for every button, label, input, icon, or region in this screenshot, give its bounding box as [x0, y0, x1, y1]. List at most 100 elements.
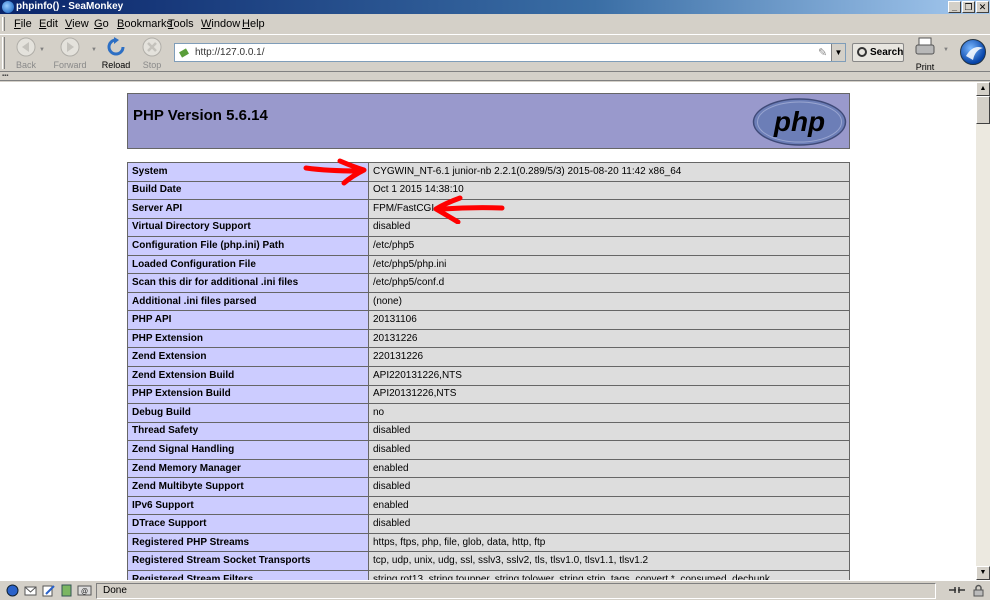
window-title-bar[interactable]: phpinfo() - SeaMonkey _ ❐ ✕ [0, 0, 990, 14]
mail-icon[interactable] [24, 584, 37, 597]
row-value: CYGWIN_NT-6.1 junior-nb 2.2.1(0.289/5/3)… [368, 162, 850, 182]
scroll-up-button[interactable]: ▲ [976, 82, 990, 96]
toolbar-grip[interactable] [2, 17, 5, 31]
back-button[interactable]: Back [6, 37, 46, 71]
status-text: Done [96, 583, 936, 599]
menu-bar: File Edit View Go Bookmarks Tools Window… [0, 15, 990, 33]
row-value: /etc/php5/php.ini [368, 254, 850, 275]
table-row: IPv6 Support enabled [127, 495, 850, 516]
table-row: Zend Signal Handling disabled [127, 440, 850, 460]
row-value: no [368, 403, 850, 423]
menu-edit[interactable]: Edit [39, 17, 58, 31]
menu-window[interactable]: Window [201, 17, 240, 31]
row-key: Zend Extension [127, 347, 369, 368]
row-value: Oct 1 2015 14:38:10 [368, 180, 850, 201]
table-row: Registered PHP Streams https, ftps, php, … [127, 532, 850, 553]
search-icon [857, 47, 867, 57]
seamonkey-logo-icon [966, 47, 983, 60]
table-row: Debug Build no [127, 403, 850, 423]
row-key: PHP API [127, 310, 369, 330]
table-row: Registered Stream Filters string.rot13, s… [127, 570, 850, 580]
back-dropdown-icon[interactable]: ▼ [39, 47, 45, 53]
row-key: System [127, 162, 369, 182]
row-key: Registered Stream Socket Transports [127, 551, 369, 572]
seamonkey-throbber-icon[interactable] [960, 39, 986, 65]
row-value: 20131226 [368, 328, 850, 349]
minimize-button[interactable]: _ [948, 1, 961, 13]
irc-chat-icon[interactable]: @ [77, 584, 92, 597]
row-value: disabled [368, 217, 850, 238]
table-row: Virtual Directory Support disabled [127, 217, 850, 238]
maximize-button[interactable]: ❐ [962, 1, 975, 13]
forward-arrow-icon [60, 37, 80, 57]
row-value: /etc/php5 [368, 236, 850, 256]
row-value: string.rot13, string.toupper, string.tol… [368, 570, 850, 580]
search-button[interactable]: Search [852, 43, 904, 62]
row-value: FPM/FastCGI [368, 199, 850, 219]
row-key: Scan this dir for additional .ini files [127, 273, 369, 293]
table-row: Zend Multibyte Support disabled [127, 477, 850, 497]
menu-help[interactable]: Help [242, 17, 265, 31]
menu-bookmarks[interactable]: Bookmarks [117, 17, 172, 31]
row-value: API220131226,NTS [368, 366, 850, 386]
print-button[interactable]: Print [910, 37, 940, 72]
sidebar-grip-icon[interactable]: ▪▪▪ [2, 73, 8, 79]
table-row: Additional .ini files parsed (none) [127, 291, 850, 312]
vertical-scrollbar[interactable]: ▲ ▼ [976, 82, 990, 580]
print-dropdown-icon[interactable]: ▼ [943, 47, 949, 53]
seamonkey-app-icon[interactable] [2, 1, 14, 13]
composer-icon[interactable] [42, 584, 55, 597]
bookmark-icon[interactable]: ✎ [818, 46, 829, 59]
php-logo: php [752, 98, 847, 146]
printer-icon [915, 37, 935, 55]
row-key: Loaded Configuration File [127, 254, 369, 275]
table-row: DTrace Support disabled [127, 514, 850, 534]
page-icon [179, 48, 189, 58]
stop-button[interactable]: Stop [132, 37, 172, 71]
row-key: Configuration File (php.ini) Path [127, 236, 369, 256]
navigator-icon[interactable] [6, 584, 19, 597]
row-value: disabled [368, 477, 850, 497]
window-title: phpinfo() - SeaMonkey [16, 1, 124, 12]
table-row: PHP Extension 20131226 [127, 328, 850, 349]
row-value: https, ftps, php, file, glob, data, http… [368, 532, 850, 553]
table-row: PHP API 20131106 [127, 310, 850, 330]
table-row: Thread Safety disabled [127, 421, 850, 442]
table-row: Zend Extension Build API220131226,NTS [127, 366, 850, 386]
row-key: IPv6 Support [127, 495, 369, 516]
reload-label: Reload [101, 60, 131, 70]
row-key: Zend Signal Handling [127, 440, 369, 460]
address-input[interactable]: http://127.0.0.1/ [195, 47, 265, 58]
forward-button[interactable]: Forward [50, 37, 90, 71]
table-row: Zend Memory Manager enabled [127, 458, 850, 479]
reload-icon [107, 37, 125, 56]
menu-view[interactable]: View [65, 17, 89, 31]
row-key: Zend Extension Build [127, 366, 369, 386]
back-label: Back [15, 60, 36, 70]
status-bar: @ Done [0, 580, 990, 600]
reload-button[interactable]: Reload [96, 37, 136, 71]
menu-tools[interactable]: Tools [168, 17, 194, 31]
url-history-dropdown[interactable]: ▼ [831, 44, 845, 61]
toolbar-grip[interactable] [2, 37, 5, 69]
scroll-thumb[interactable] [976, 96, 990, 124]
close-button[interactable]: ✕ [976, 1, 989, 13]
table-row: Registered Stream Socket Transports tcp, … [127, 551, 850, 572]
row-value: /etc/php5/conf.d [368, 273, 850, 293]
page-content: PHP Version 5.6.14 php System CYGWIN_NT-6… [0, 82, 976, 580]
menu-file[interactable]: File [14, 17, 32, 31]
php-info-table: System CYGWIN_NT-6.1 junior-nb 2.2.1(0.28… [127, 162, 850, 580]
row-value: enabled [368, 458, 850, 479]
row-key: Server API [127, 199, 369, 219]
addressbook-icon[interactable] [60, 584, 73, 597]
row-key: PHP Extension [127, 328, 369, 349]
forward-label: Forward [53, 60, 87, 70]
table-row: System CYGWIN_NT-6.1 junior-nb 2.2.1(0.28… [127, 162, 850, 182]
php-header: PHP Version 5.6.14 php [127, 93, 850, 149]
back-arrow-icon [16, 37, 36, 57]
security-lock-icon[interactable] [972, 584, 985, 597]
menu-go[interactable]: Go [94, 17, 109, 31]
scroll-down-button[interactable]: ▼ [976, 566, 990, 580]
online-status-icon[interactable] [948, 584, 966, 597]
address-bar[interactable]: http://127.0.0.1/ ✎ ▼ [174, 43, 846, 62]
